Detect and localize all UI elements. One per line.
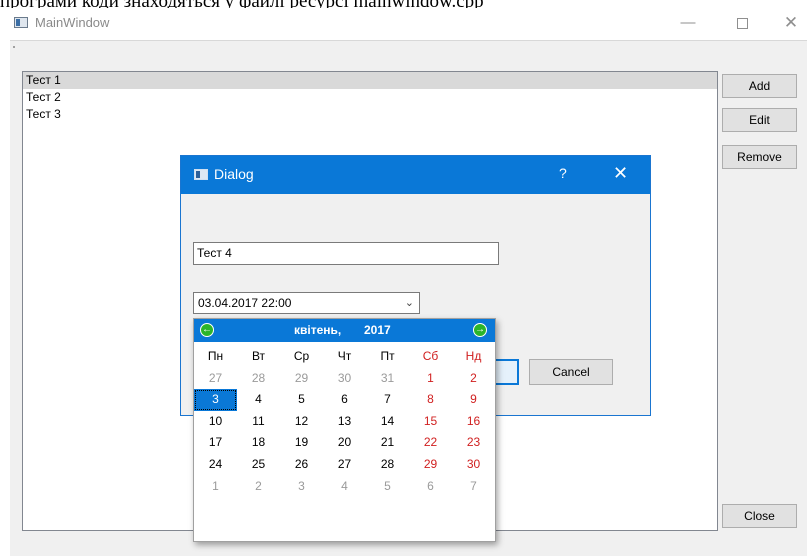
calendar-year[interactable]: 2017: [364, 323, 391, 337]
calendar-day[interactable]: 24: [194, 454, 237, 476]
window-title: MainWindow: [35, 15, 110, 30]
cancel-button[interactable]: Cancel: [529, 359, 613, 385]
calendar-week-row: 10 11 12 13 14 15 16: [194, 411, 495, 433]
dialog-help-button[interactable]: ?: [559, 165, 567, 181]
maximize-icon: [736, 17, 748, 29]
add-button[interactable]: Add: [722, 74, 797, 98]
calendar-grid: Пн Вт Ср Чт Пт Сб Нд 27 28 29 30 31 1 2 3 4 5 6 7 8 9 10 11 12 1…: [194, 346, 495, 497]
next-month-icon[interactable]: →: [473, 323, 487, 337]
dialog-title: Dialog: [214, 166, 254, 182]
calendar-day[interactable]: 17: [194, 432, 237, 454]
calendar-month[interactable]: квітень,: [294, 323, 341, 337]
calendar-day[interactable]: 22: [409, 432, 452, 454]
calendar-day[interactable]: 2: [452, 368, 495, 390]
calendar-day[interactable]: 16: [452, 411, 495, 433]
calendar-day[interactable]: 18: [237, 432, 280, 454]
calendar-day[interactable]: 13: [323, 411, 366, 433]
calendar-day[interactable]: 14: [366, 411, 409, 433]
calendar-day[interactable]: 15: [409, 411, 452, 433]
calendar-week-row: 3456789: [194, 389, 495, 411]
previous-month-icon[interactable]: ←: [200, 323, 214, 337]
calendar-day[interactable]: 20: [323, 432, 366, 454]
calendar-day[interactable]: 27: [323, 454, 366, 476]
weekday-label: Пт: [380, 349, 395, 363]
dialog-window-icon: [194, 169, 208, 180]
calendar-day[interactable]: 6: [323, 389, 366, 411]
calendar-week-row: 1234567: [194, 476, 495, 498]
calendar-day[interactable]: 21: [366, 432, 409, 454]
calendar-day[interactable]: 1: [409, 368, 452, 390]
calendar-popup: ← квітень, 2017 → Пн Вт Ср Чт Пт Сб Нд 27 28 29 30…: [193, 318, 496, 542]
weekday-label: Ср: [293, 349, 310, 363]
weekday-label: Чт: [337, 349, 352, 363]
calendar-day[interactable]: 31: [366, 368, 409, 390]
calendar-day[interactable]: 4: [237, 389, 280, 411]
calendar-day[interactable]: 30: [323, 368, 366, 390]
calendar-day[interactable]: 19: [280, 432, 323, 454]
close-window-button[interactable]: ✕: [776, 12, 806, 34]
calendar-week-row: 27 28 29 30 31 1 2: [194, 368, 495, 390]
calendar-day[interactable]: 30: [452, 454, 495, 476]
calendar-day[interactable]: 26: [280, 454, 323, 476]
calendar-week-row: 17 18 19 20 21 22 23: [194, 432, 495, 454]
list-item[interactable]: Тест 2: [23, 89, 717, 106]
calendar-day[interactable]: 25: [237, 454, 280, 476]
calendar-day[interactable]: 23: [452, 432, 495, 454]
weekday-label: Пн: [207, 349, 224, 363]
dialog-titlebar[interactable]: Dialog ? ✕: [181, 156, 650, 194]
calendar-day[interactable]: 5: [280, 389, 323, 411]
datetime-edit[interactable]: 03.04.2017 22:00 ⌄: [193, 292, 420, 314]
weekday-header-row: Пн Вт Ср Чт Пт Сб Нд: [194, 346, 495, 368]
calendar-day[interactable]: 28: [237, 368, 280, 390]
calendar-day[interactable]: 10: [194, 411, 237, 433]
weekday-label: Вт: [251, 349, 266, 363]
calendar-day[interactable]: 29: [280, 368, 323, 390]
remove-button[interactable]: Remove: [722, 145, 797, 169]
calendar-day[interactable]: 29: [409, 454, 452, 476]
chevron-down-icon[interactable]: ⌄: [405, 293, 414, 313]
maximize-button[interactable]: [727, 12, 757, 34]
calendar-day[interactable]: 1: [194, 476, 237, 498]
calendar-day[interactable]: 5: [366, 476, 409, 498]
calendar-day[interactable]: 7: [452, 476, 495, 498]
datetime-value: 03.04.2017 22:00: [198, 296, 292, 310]
app-window-icon: [14, 17, 28, 28]
calendar-day[interactable]: 3: [194, 389, 237, 411]
calendar-day[interactable]: 12: [280, 411, 323, 433]
calendar-day[interactable]: 3: [280, 476, 323, 498]
calendar-day[interactable]: 4: [323, 476, 366, 498]
calendar-day[interactable]: 2: [237, 476, 280, 498]
weekday-label: Нд: [465, 349, 482, 363]
calendar-day[interactable]: 28: [366, 454, 409, 476]
list-item[interactable]: Тест 1: [23, 72, 717, 89]
dialog-close-button[interactable]: ✕: [613, 163, 628, 184]
calendar-day[interactable]: 11: [237, 411, 280, 433]
weekday-label: Сб: [422, 349, 439, 363]
calendar-header: ← квітень, 2017 →: [194, 319, 495, 342]
calendar-day[interactable]: 27: [194, 368, 237, 390]
list-item[interactable]: Тест 3: [23, 106, 717, 123]
close-button[interactable]: Close: [722, 504, 797, 528]
calendar-week-row: 24 25 26 27 28 29 30: [194, 454, 495, 476]
name-input[interactable]: Тест 4: [193, 242, 499, 265]
minimize-button[interactable]: —: [673, 12, 703, 34]
calendar-day[interactable]: 8: [409, 389, 452, 411]
calendar-day[interactable]: 6: [409, 476, 452, 498]
edit-button[interactable]: Edit: [722, 108, 797, 132]
calendar-day[interactable]: 7: [366, 389, 409, 411]
main-titlebar[interactable]: MainWindow — ✕: [0, 8, 807, 38]
calendar-day[interactable]: 9: [452, 389, 495, 411]
menu-bar-grip: [13, 46, 15, 48]
